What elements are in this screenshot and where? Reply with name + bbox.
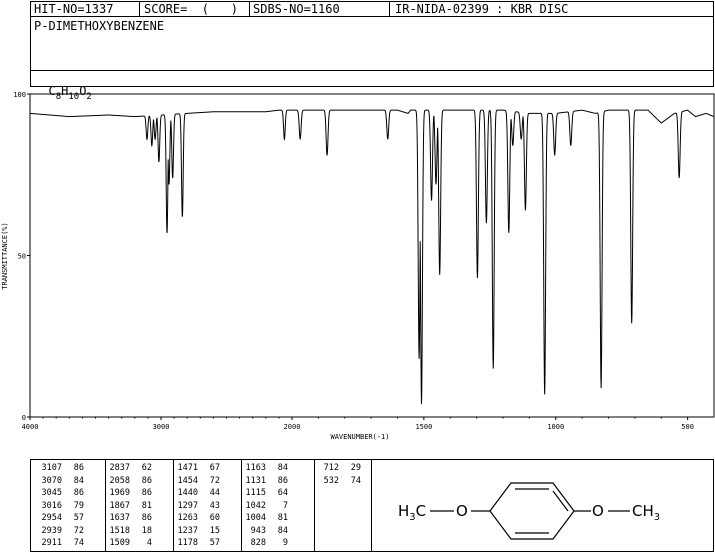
peak-wavenumber: 1178 <box>177 538 198 548</box>
peak-wavenumber: 1115 <box>245 488 266 498</box>
peak-transmittance: 74 <box>73 538 84 548</box>
spectrum-source: IR-NIDA-02399 : KBR DISC <box>395 2 569 16</box>
right-methyl-label: CH3 <box>632 502 660 523</box>
peak-transmittance: 72 <box>73 525 84 536</box>
x-tick-label: 3000 <box>153 423 170 431</box>
peak-wavenumber: 1042 <box>245 500 266 511</box>
peak-wavenumber: 1263 <box>177 513 198 523</box>
peak-transmittance: 81 <box>277 513 288 523</box>
peak-transmittance: 57 <box>209 538 220 548</box>
peak-wavenumber: 1867 <box>109 500 130 511</box>
peak-wavenumber: 2954 <box>41 513 62 523</box>
peak-wavenumber: 712 <box>323 463 339 473</box>
peak-table: 3107 86 2837 62 1471 67 1163 84 712 29 3070 84 2058 8… <box>30 459 372 552</box>
peak-transmittance: 81 <box>141 500 152 511</box>
y-tick-label: 50 <box>18 253 26 261</box>
y-tick-label: 0 <box>22 414 26 422</box>
plot-frame <box>29 93 715 418</box>
peak-wavenumber: 1969 <box>109 488 130 498</box>
peak-transmittance: 84 <box>73 475 84 486</box>
formula-box <box>30 70 714 87</box>
peak-wavenumber: 3107 <box>41 463 62 473</box>
hit-number: HIT-NO=1337 <box>34 2 114 16</box>
right-oxygen-label: O <box>592 502 604 520</box>
left-oxygen-label: O <box>456 502 468 520</box>
peak-transmittance: 29 <box>350 463 361 473</box>
y-tick-label: 100 <box>13 91 26 99</box>
peak-transmittance: 84 <box>277 525 288 536</box>
peak-wavenumber: 1509 <box>109 538 130 548</box>
peak-wavenumber: 2837 <box>109 463 130 473</box>
y-axis-label: TRANSMITTANCE(%) <box>1 222 9 289</box>
peak-wavenumber: 3070 <box>41 475 62 486</box>
peak-wavenumber: 1471 <box>177 463 198 473</box>
peak-transmittance: 72 <box>209 475 220 486</box>
left-methyl-label: H3C <box>398 502 426 523</box>
peak-wavenumber: 2058 <box>109 475 130 486</box>
spectrum-line <box>29 109 715 405</box>
peak-wavenumber: 1163 <box>245 463 266 473</box>
peak-transmittance: 15 <box>209 525 220 536</box>
peak-wavenumber: 1131 <box>245 475 266 486</box>
peak-transmittance: 44 <box>209 488 220 498</box>
peak-transmittance: 86 <box>277 475 288 486</box>
peak-transmittance: 18 <box>141 525 152 536</box>
peak-transmittance: 43 <box>209 500 220 511</box>
peak-wavenumber: 532 <box>323 475 339 486</box>
peak-transmittance: 57 <box>73 513 84 523</box>
peak-transmittance: 79 <box>73 500 84 511</box>
peak-transmittance: 86 <box>73 463 84 473</box>
peak-transmittance: 9 <box>282 538 288 548</box>
x-tick-label: 500 <box>681 423 694 431</box>
peak-transmittance: 86 <box>73 488 84 498</box>
peak-transmittance: 64 <box>277 488 288 498</box>
peak-wavenumber: 943 <box>250 525 266 536</box>
peak-transmittance: 86 <box>141 488 152 498</box>
peak-transmittance: 84 <box>277 463 288 473</box>
peak-wavenumber: 1237 <box>177 525 198 536</box>
peak-wavenumber: 3016 <box>41 500 62 511</box>
peak-transmittance: 74 <box>350 475 361 486</box>
peak-wavenumber: 2911 <box>41 538 62 548</box>
peak-wavenumber: 1004 <box>245 513 266 523</box>
x-tick-label: 4000 <box>22 423 39 431</box>
peak-transmittance: 62 <box>141 463 152 473</box>
peak-transmittance: 67 <box>209 463 220 473</box>
peak-transmittance: 86 <box>141 513 152 523</box>
sdbs-number: SDBS-NO=1160 <box>253 2 340 16</box>
peak-wavenumber: 1637 <box>109 513 130 523</box>
benzene-ring <box>489 482 575 540</box>
peak-transmittance: 4 <box>146 538 152 548</box>
peak-wavenumber: 2939 <box>41 525 62 536</box>
x-axis-label: WAVENUMBER(-1) <box>330 433 389 441</box>
peak-wavenumber: 1297 <box>177 500 198 511</box>
x-tick-label: 1500 <box>415 423 432 431</box>
peak-wavenumber: 1454 <box>177 475 198 486</box>
peak-wavenumber: 1440 <box>177 488 198 498</box>
peak-wavenumber: 1518 <box>109 525 130 536</box>
compound-name: P-DIMETHOXYBENZENE <box>34 19 165 33</box>
peak-transmittance: 60 <box>209 513 220 523</box>
peak-wavenumber: 828 <box>250 538 266 548</box>
peak-transmittance: 86 <box>141 475 152 486</box>
peak-transmittance: 7 <box>282 500 288 511</box>
peak-wavenumber: 3045 <box>41 488 62 498</box>
x-tick-label: 1000 <box>547 423 564 431</box>
x-tick-label: 2000 <box>284 423 301 431</box>
score: SCORE= ( ) <box>144 2 238 16</box>
ir-spectrum-chart: 0 50 100 4000 3000 2000 1500 1000 500 WAVENUMBE… <box>1 91 715 441</box>
molecular-structure: H3C O O CH3 <box>398 482 660 540</box>
